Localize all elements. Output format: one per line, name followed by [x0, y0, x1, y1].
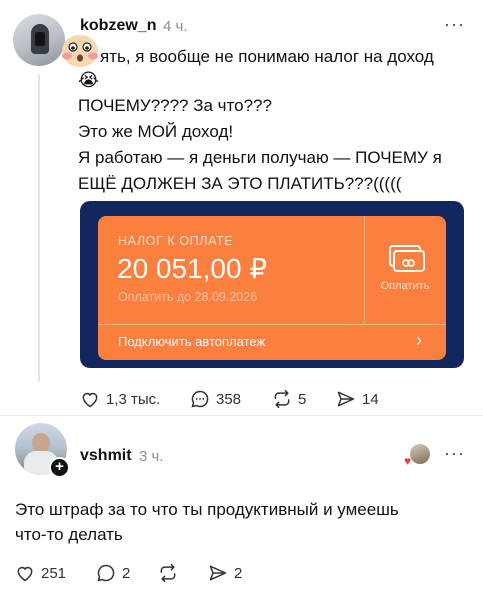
- post-text-line-2: ПОЧЕМУ???? За что???: [78, 96, 272, 115]
- post-text-line-1: ять, я вообще не понимаю налог на доход: [100, 47, 434, 66]
- send-icon: [209, 565, 227, 581]
- comment-button[interactable]: 358: [190, 389, 241, 409]
- heart-icon: [17, 566, 33, 582]
- repost-icon: [274, 389, 290, 409]
- post-text-line-3: Это же МОЙ доход!: [78, 122, 234, 141]
- send-icon: [337, 391, 355, 407]
- repost-icon: [160, 563, 176, 583]
- card-payment-icon: [389, 245, 425, 272]
- avatar-head: [32, 433, 50, 453]
- more-icon[interactable]: ···: [444, 14, 465, 35]
- author-username[interactable]: kobzew_n: [80, 17, 156, 35]
- tax-horizontal-divider: [98, 324, 446, 325]
- crying-emoji-icon: 😭: [78, 70, 100, 90]
- post-text-line-5: ЕЩЁ ДОЛЖЕН ЗА ЭТО ПЛАТИТЬ???(((((: [78, 174, 402, 193]
- reply-text-line-1: Это штраф за то что ты продуктивный и ум…: [15, 500, 399, 519]
- comment-count: 358: [216, 390, 242, 408]
- more-icon[interactable]: ···: [444, 443, 465, 464]
- reply-comment-count: 2: [122, 564, 131, 582]
- like-count: 1,3 тыс.: [106, 390, 161, 408]
- heart-icon: [82, 392, 98, 408]
- comment-icon: [97, 564, 115, 582]
- author-liked-badge: ♥: [404, 444, 430, 468]
- reply-like-count: 251: [41, 564, 67, 582]
- post-time: 4 ч.: [163, 18, 188, 35]
- follow-plus-icon[interactable]: +: [49, 457, 70, 478]
- reply-repost-button[interactable]: [158, 563, 178, 583]
- autopay-label: Подключить автоплатеж: [118, 334, 266, 349]
- tax-vertical-divider: [364, 216, 365, 324]
- tax-screenshot[interactable]: НАЛОГ К ОПЛАТЕ 20 051,00 ₽ Оплатить до 2…: [80, 201, 464, 368]
- repost-button[interactable]: 5: [272, 389, 306, 409]
- tax-title: НАЛОГ К ОПЛАТЕ: [118, 234, 234, 248]
- like-button[interactable]: 1,3 тыс.: [80, 389, 160, 409]
- reply-like-button[interactable]: 251: [15, 563, 66, 583]
- reply-time: 3 ч.: [139, 448, 164, 465]
- reply-username[interactable]: vshmit: [80, 447, 132, 465]
- avatar-phone: [35, 32, 45, 46]
- liked-heart-icon: ♥: [404, 454, 412, 468]
- post-divider: [0, 415, 483, 416]
- tax-card: НАЛОГ К ОПЛАТЕ 20 051,00 ₽ Оплатить до 2…: [98, 216, 446, 360]
- reply-text-line-2: что-то делать: [15, 525, 123, 544]
- tax-amount: 20 051,00 ₽: [117, 253, 268, 284]
- chevron-right-icon: ›: [416, 330, 422, 350]
- share-button[interactable]: 14: [336, 389, 379, 409]
- author-mini-avatar: [410, 444, 430, 464]
- post-text-line-4: Я работаю — я деньги получаю — ПОЧЕМУ я: [78, 148, 442, 167]
- author-avatar[interactable]: [13, 14, 65, 66]
- reply-share-button[interactable]: 2: [208, 563, 242, 583]
- comment-icon: [191, 390, 209, 408]
- reply-comment-button[interactable]: 2: [96, 563, 130, 583]
- tax-pay-label: Оплатить: [380, 280, 430, 292]
- repost-count: 5: [298, 390, 307, 408]
- share-count: 14: [362, 390, 379, 408]
- thread-line: [38, 74, 40, 382]
- tax-due-date: Оплатить до 28.09.2026: [118, 290, 258, 304]
- reply-share-count: 2: [234, 564, 243, 582]
- face-emoji-icon: [62, 35, 98, 67]
